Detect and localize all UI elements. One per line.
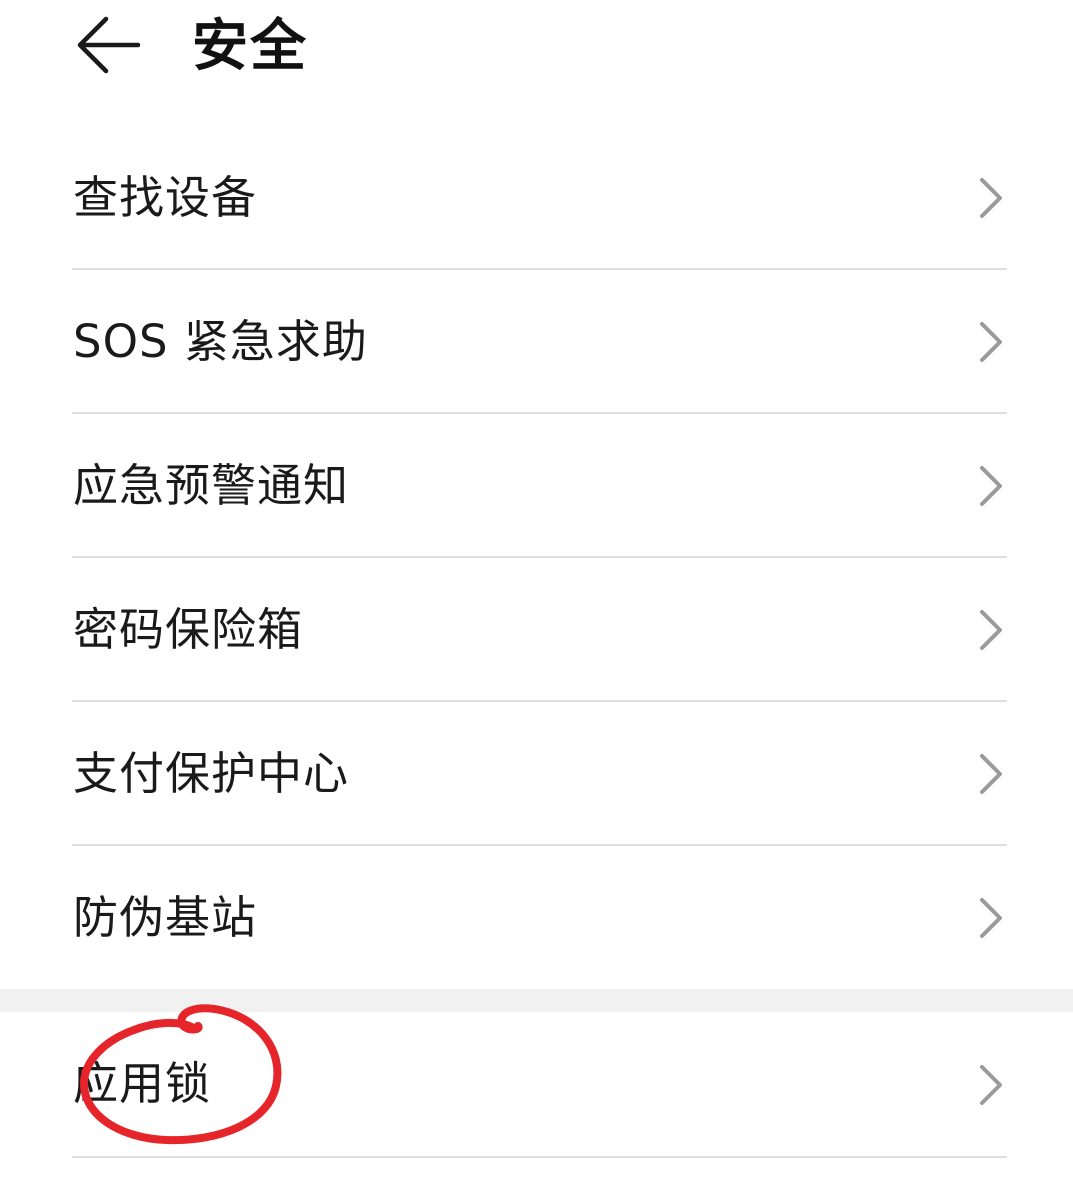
header-bar: 安全 [0,0,1073,100]
menu-item-fake-base-station[interactable]: 防伪基站 [0,846,1073,990]
page-title: 安全 [192,14,308,79]
menu-item-label: 应急预警通知 [73,459,350,512]
menu-item-find-device[interactable]: 查找设备 [0,126,1073,270]
divider [72,1156,1007,1158]
menu-item-label: 密码保险箱 [73,603,304,656]
menu-item-label: 应用锁 [73,1057,212,1110]
menu-item-label: 防伪基站 [73,891,258,944]
chevron-right-icon [980,610,1002,650]
menu-item-emergency-alerts[interactable]: 应急预警通知 [0,414,1073,558]
arrow-left-icon [77,16,141,74]
chevron-right-icon [980,1065,1002,1105]
menu-item-app-lock[interactable]: 应用锁 [0,1012,1073,1158]
menu-item-label: SOS 紧急求助 [73,315,368,368]
security-settings-list: 查找设备 SOS 紧急求助 应急预警通知 密码保险箱 支付保护中心 防伪基站 [0,126,1073,990]
chevron-right-icon [980,178,1002,218]
menu-item-label: 查找设备 [73,171,258,224]
section-separator [0,989,1073,1012]
chevron-right-icon [980,754,1002,794]
back-button[interactable] [70,10,146,80]
chevron-right-icon [980,466,1002,506]
app-lock-list: 应用锁 [0,1012,1073,1158]
menu-item-password-vault[interactable]: 密码保险箱 [0,558,1073,702]
menu-item-sos-emergency[interactable]: SOS 紧急求助 [0,270,1073,414]
chevron-right-icon [980,322,1002,362]
menu-item-label: 支付保护中心 [73,747,350,800]
menu-item-payment-protection[interactable]: 支付保护中心 [0,702,1073,846]
chevron-right-icon [980,898,1002,938]
